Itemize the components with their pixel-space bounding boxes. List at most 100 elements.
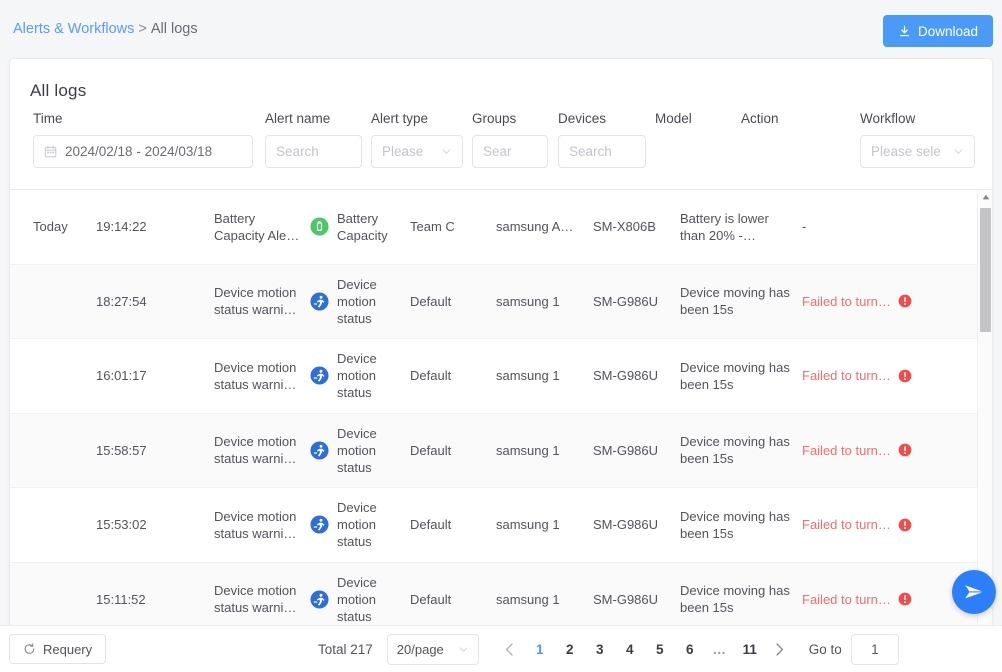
error-icon [898, 369, 912, 383]
cell-device: samsung 1 [496, 517, 560, 533]
workflow-select[interactable]: Please sele [860, 135, 975, 168]
cell-group: Team C [410, 219, 455, 235]
cell-alert-type: Device motion status [310, 350, 410, 401]
scroll-up-button[interactable] [978, 190, 992, 204]
date-range-value: 2024/02/18 - 2024/03/18 [65, 144, 213, 159]
page-button-5[interactable]: 5 [645, 635, 675, 665]
running-person-icon [310, 515, 329, 534]
calendar-icon [44, 145, 57, 158]
page-size-select[interactable]: 20/page [386, 634, 479, 665]
cell-time: 16:01:17 [96, 368, 147, 384]
breadcrumb: Alerts & Workflows > All logs [13, 21, 198, 37]
alert-name-search-input[interactable]: Search [265, 135, 362, 168]
cell-alert-name: Device motion status warni… [214, 285, 297, 318]
goto-page-input[interactable]: 1 [850, 634, 899, 665]
logs-table-body: Today 19:14:22 Battery Capacity Ale… Bat… [10, 190, 992, 664]
filter-time-label: Time [33, 111, 63, 126]
download-button[interactable]: Download [883, 15, 993, 47]
cell-workflow: Failed to turn… [802, 367, 992, 384]
table-footer: Requery Total 217 20/page 1 2 3 4 5 6 … [0, 625, 1002, 672]
cell-alert-type-label: Device motion status [337, 574, 377, 624]
table-row[interactable]: 16:01:17 Device motion status warni… Dev… [10, 339, 992, 414]
table-row[interactable]: 18:27:54 Device motion status warni… Dev… [10, 264, 992, 339]
running-person-icon [310, 441, 329, 460]
error-icon [898, 443, 912, 457]
breadcrumb-parent-link[interactable]: Alerts & Workflows [13, 21, 134, 37]
error-icon [898, 294, 912, 308]
total-count: Total 217 [318, 642, 373, 657]
cell-group: Default [410, 293, 452, 309]
page-button-1[interactable]: 1 [525, 635, 555, 665]
page-size-value: 20/page [396, 642, 444, 657]
cell-alert-type-label: Battery Capacity [337, 210, 388, 243]
alert-type-select[interactable]: Please [371, 135, 463, 168]
running-person-icon [310, 366, 329, 385]
filter-workflow: Workflow Please sele [860, 111, 975, 168]
filter-workflow-label: Workflow [860, 111, 916, 126]
cell-model: SM-X806B [593, 219, 656, 235]
page-button-3[interactable]: 3 [585, 635, 615, 665]
triangle-up-icon [982, 194, 989, 200]
filter-alert-type-label: Alert type [371, 111, 429, 126]
filter-groups: Groups Sear [472, 111, 548, 168]
filter-alert-name-label: Alert name [265, 111, 331, 126]
table-row[interactable]: Today 19:14:22 Battery Capacity Ale… Bat… [10, 190, 992, 265]
chevron-down-icon [459, 647, 468, 652]
cell-workflow-label[interactable]: Failed to turn… [802, 516, 891, 533]
cell-time: 15:53:02 [96, 517, 147, 533]
cell-workflow-label[interactable]: Failed to turn… [802, 293, 891, 310]
cell-workflow-label[interactable]: Failed to turn… [802, 367, 891, 384]
date-range-input[interactable]: 2024/02/18 - 2024/03/18 [33, 135, 253, 168]
table-row[interactable]: 15:58:57 Device motion status warni… Dev… [10, 413, 992, 488]
chevron-right-icon [776, 643, 784, 656]
cell-device: samsung 1 [496, 293, 560, 309]
cell-alert-name: Device motion status warni… [214, 359, 297, 392]
requery-label: Requery [43, 641, 93, 657]
filter-alert-name: Alert name Search [265, 111, 362, 168]
groups-placeholder: Sear [483, 144, 512, 159]
devices-search-input[interactable]: Search [558, 135, 646, 168]
prev-page-button[interactable] [495, 635, 525, 665]
page-ellipsis[interactable]: … [705, 635, 735, 665]
all-logs-card: All logs Time 2024/02/18 - 2024/03/18 Al… [9, 58, 993, 665]
cell-action: Battery is lower than 20% -… [680, 210, 769, 243]
cell-day: Today [33, 219, 68, 235]
filter-bar: Time 2024/02/18 - 2024/03/18 Alert name … [10, 111, 992, 189]
filter-action: Action [741, 111, 851, 135]
cell-workflow: - [802, 218, 992, 235]
cell-workflow: Failed to turn… [802, 442, 992, 459]
cell-alert-type: Device motion status [310, 276, 410, 327]
chevron-down-icon [954, 149, 963, 154]
cell-device: samsung A… [496, 219, 574, 235]
cell-model: SM-G986U [593, 591, 659, 607]
cell-alert-name: Battery Capacity Ale… [214, 210, 300, 243]
cell-model: SM-G986U [593, 293, 659, 309]
cell-time: 18:27:54 [96, 293, 147, 309]
scrollbar-thumb[interactable] [980, 208, 991, 332]
cell-workflow-label[interactable]: Failed to turn… [802, 442, 891, 459]
cell-alert-name: Device motion status warni… [214, 583, 297, 616]
table-row[interactable]: 15:53:02 Device motion status warni… Dev… [10, 488, 992, 563]
cell-workflow-label[interactable]: Failed to turn… [802, 591, 891, 608]
battery-icon [310, 217, 329, 236]
cell-group: Default [410, 442, 452, 458]
page-button-6[interactable]: 6 [675, 635, 705, 665]
page-button-2[interactable]: 2 [555, 635, 585, 665]
cell-model: SM-G986U [593, 517, 659, 533]
cell-alert-type-label: Device motion status [337, 425, 377, 475]
cell-group: Default [410, 517, 452, 533]
groups-search-input[interactable]: Sear [472, 135, 548, 168]
goto-page-value: 1 [871, 642, 879, 657]
goto-label: Go to [808, 642, 842, 657]
cell-action: Device moving has been 15s [680, 285, 790, 318]
page-button-4[interactable]: 4 [615, 635, 645, 665]
cell-action: Device moving has been 15s [680, 508, 790, 541]
cell-time: 15:11:52 [96, 591, 146, 607]
requery-button[interactable]: Requery [9, 634, 107, 664]
send-feedback-fab[interactable] [952, 570, 996, 614]
breadcrumb-separator: > [138, 21, 147, 37]
cell-time: 15:58:57 [96, 442, 147, 458]
next-page-button[interactable] [765, 635, 795, 665]
cell-workflow: Failed to turn… [802, 293, 992, 310]
page-button-11[interactable]: 11 [735, 635, 765, 665]
